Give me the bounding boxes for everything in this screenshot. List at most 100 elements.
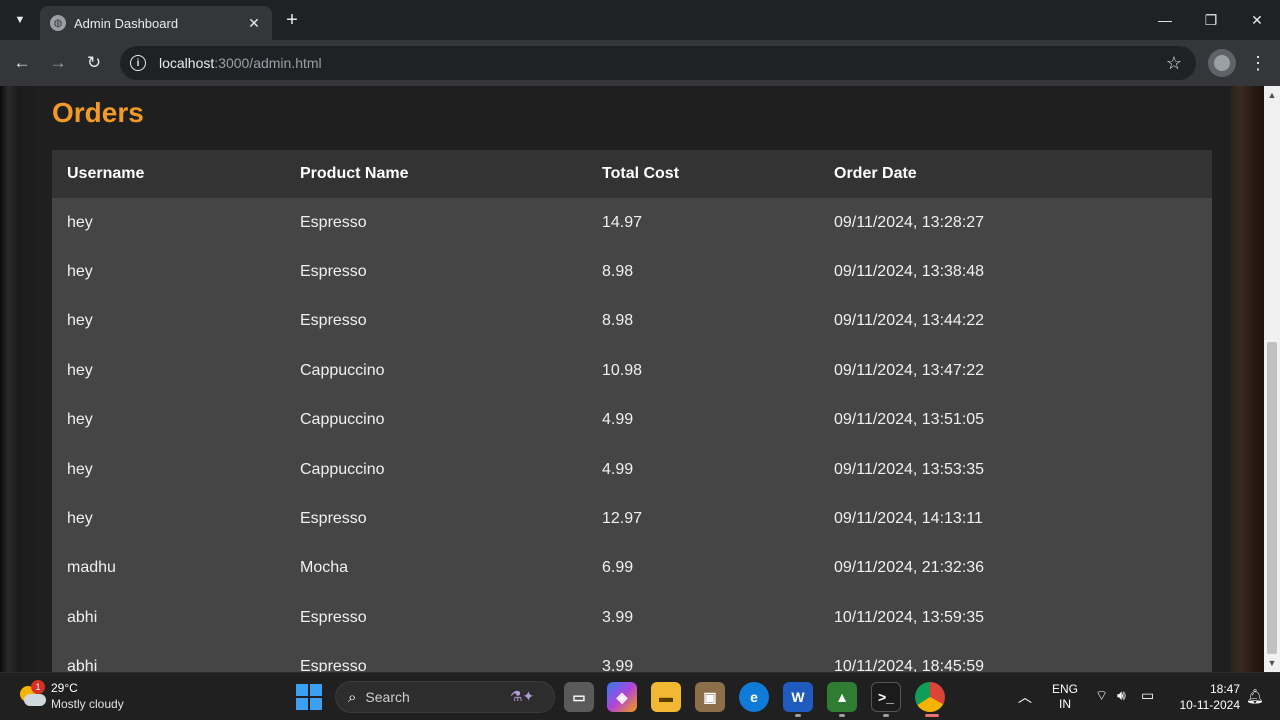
table-row: abhi Espresso 3.99 10/11/2024, 18:45:59 bbox=[52, 642, 1212, 672]
cell-order-date: 09/11/2024, 13:38:48 bbox=[834, 263, 985, 281]
site-info-icon[interactable]: i bbox=[130, 55, 146, 71]
clock-date: 10-11-2024 bbox=[1179, 698, 1241, 712]
battery-icon[interactable]: ▭ bbox=[1141, 687, 1154, 704]
page-scrollbar[interactable]: ▲ ▼ bbox=[1264, 86, 1280, 672]
url-text[interactable]: localhost:3000/admin.html bbox=[159, 55, 322, 71]
cell-total-cost: 8.98 bbox=[602, 312, 634, 330]
word-icon[interactable]: W bbox=[783, 682, 813, 712]
back-arrow-icon[interactable]: ← bbox=[10, 51, 34, 75]
page-viewport: Orders Username Product Name Total Cost … bbox=[0, 86, 1264, 672]
column-header-username: Username bbox=[67, 165, 145, 182]
browser-tab[interactable]: ◍ Admin Dashboard ✕ bbox=[40, 6, 272, 40]
wifi-icon[interactable]: ⌔ bbox=[1095, 687, 1108, 705]
cell-product-name: Espresso bbox=[300, 213, 367, 231]
cell-order-date: 09/11/2024, 13:51:05 bbox=[834, 411, 985, 429]
clock-time: 18:47 bbox=[1209, 682, 1240, 696]
tab-search-chevron-icon[interactable]: ▼ bbox=[8, 8, 32, 32]
scroll-down-arrow-icon[interactable]: ▼ bbox=[1264, 656, 1280, 670]
file-explorer-icon[interactable]: ▬ bbox=[651, 682, 681, 712]
table-row: abhi Espresso 3.99 10/11/2024, 13:59:35 bbox=[52, 593, 1212, 643]
cell-total-cost: 10.98 bbox=[602, 361, 643, 379]
profile-avatar[interactable] bbox=[1208, 49, 1236, 77]
cell-total-cost: 12.97 bbox=[602, 510, 643, 528]
terminal-icon[interactable]: >_ bbox=[871, 682, 901, 712]
table-row: madhu Mocha 6.99 09/11/2024, 21:32:36 bbox=[52, 543, 1212, 594]
table-header-row: Username Product Name Total Cost Order D… bbox=[52, 150, 1212, 198]
notification-bell-icon[interactable]: 🔔︎ bbox=[1246, 688, 1264, 705]
cell-product-name: Espresso bbox=[300, 658, 367, 672]
system-clock[interactable]: 18:47 10-11-2024 bbox=[1170, 681, 1241, 713]
browser-tab-bar: ▼ ◍ Admin Dashboard ✕ + — ❐ ✕ bbox=[0, 0, 1280, 40]
cell-total-cost: 6.99 bbox=[602, 559, 634, 577]
orders-table: Username Product Name Total Cost Order D… bbox=[52, 150, 1212, 672]
address-bar[interactable]: i localhost:3000/admin.html ☆ bbox=[120, 46, 1196, 80]
windows-taskbar: 1 29°C Mostly cloudy ⌕ Search ⚗✦ ▭ ◈ ▬ ▣… bbox=[0, 672, 1280, 720]
cell-username: abhi bbox=[67, 608, 98, 626]
search-icon: ⌕ bbox=[348, 688, 357, 706]
browser-menu-icon[interactable]: ⋮ bbox=[1248, 51, 1268, 75]
cell-order-date: 10/11/2024, 13:59:35 bbox=[834, 608, 985, 626]
cell-username: hey bbox=[67, 312, 93, 330]
cell-order-date: 09/11/2024, 13:53:35 bbox=[834, 460, 985, 478]
cell-username: hey bbox=[67, 263, 93, 281]
cell-order-date: 09/11/2024, 13:44:22 bbox=[834, 312, 985, 330]
tab-title: Admin Dashboard bbox=[74, 15, 179, 31]
cell-total-cost: 4.99 bbox=[602, 460, 634, 478]
cell-total-cost: 8.98 bbox=[602, 263, 634, 281]
cell-order-date: 09/11/2024, 21:32:36 bbox=[834, 559, 985, 577]
cell-order-date: 09/11/2024, 13:47:22 bbox=[834, 361, 985, 379]
close-window-button[interactable]: ✕ bbox=[1234, 6, 1280, 34]
cell-username: hey bbox=[67, 411, 93, 429]
weather-condition[interactable]: Mostly cloudy bbox=[51, 697, 124, 711]
input-language-indicator[interactable]: ENG IN bbox=[1050, 682, 1080, 712]
browser-toolbar: ← → ↻ i localhost:3000/admin.html ☆ ⋮ bbox=[0, 40, 1280, 86]
scrollbar-thumb[interactable] bbox=[1267, 342, 1277, 654]
forward-arrow-icon[interactable]: → bbox=[46, 51, 70, 75]
weather-notification-badge: 1 bbox=[31, 680, 45, 694]
table-row: hey Cappuccino 4.99 09/11/2024, 13:53:35 bbox=[52, 444, 1212, 495]
cell-order-date: 09/11/2024, 13:28:27 bbox=[834, 213, 985, 231]
show-hidden-icons-chevron-icon[interactable]: ︿ bbox=[1018, 687, 1032, 707]
task-view-icon[interactable]: ▭ bbox=[564, 682, 594, 712]
globe-icon: ◍ bbox=[50, 15, 66, 31]
edge-browser-icon[interactable]: e bbox=[739, 682, 769, 712]
table-row: hey Espresso 12.97 09/11/2024, 14:13:11 bbox=[52, 494, 1212, 544]
column-header-total-cost: Total Cost bbox=[602, 165, 680, 182]
table-row: hey Espresso 8.98 09/11/2024, 13:38:48 bbox=[52, 247, 1212, 297]
cell-order-date: 09/11/2024, 14:13:11 bbox=[834, 510, 983, 528]
tab-close-icon[interactable]: ✕ bbox=[244, 13, 264, 33]
android-studio-icon[interactable]: ▲ bbox=[827, 682, 857, 712]
package-app-icon[interactable]: ▣ bbox=[695, 682, 725, 712]
cell-total-cost: 3.99 bbox=[602, 608, 634, 626]
cell-product-name: Cappuccino bbox=[300, 411, 385, 429]
minimize-button[interactable]: — bbox=[1142, 6, 1188, 34]
bookmark-star-icon[interactable]: ☆ bbox=[1166, 53, 1182, 74]
new-tab-button[interactable]: + bbox=[281, 9, 303, 31]
cell-username: madhu bbox=[67, 559, 116, 577]
reload-icon[interactable]: ↻ bbox=[82, 51, 106, 75]
search-label: Search bbox=[365, 689, 410, 705]
column-header-order-date: Order Date bbox=[834, 165, 917, 182]
column-header-product-name: Product Name bbox=[300, 165, 409, 182]
chrome-icon[interactable] bbox=[915, 682, 945, 712]
table-row: hey Cappuccino 10.98 09/11/2024, 13:47:2… bbox=[52, 346, 1212, 396]
table-row: hey Espresso 8.98 09/11/2024, 13:44:22 bbox=[52, 296, 1212, 347]
table-row: hey Espresso 14.97 09/11/2024, 13:28:27 bbox=[52, 198, 1212, 248]
cell-product-name: Cappuccino bbox=[300, 460, 385, 478]
volume-icon[interactable]: 🔊︎ bbox=[1117, 687, 1126, 704]
cloud-icon bbox=[24, 694, 46, 706]
cell-product-name: Espresso bbox=[300, 510, 367, 528]
cell-username: hey bbox=[67, 460, 93, 478]
scroll-up-arrow-icon[interactable]: ▲ bbox=[1264, 88, 1280, 102]
weather-temperature[interactable]: 29°C bbox=[51, 681, 78, 695]
cell-total-cost: 4.99 bbox=[602, 411, 634, 429]
cell-username: abhi bbox=[67, 658, 98, 672]
copilot-icon[interactable]: ◈ bbox=[607, 682, 637, 712]
cell-product-name: Espresso bbox=[300, 263, 367, 281]
cell-product-name: Espresso bbox=[300, 312, 367, 330]
cell-order-date: 10/11/2024, 18:45:59 bbox=[834, 658, 985, 672]
cell-product-name: Mocha bbox=[300, 559, 349, 577]
windows-start-button[interactable] bbox=[296, 684, 322, 710]
taskbar-search-box[interactable]: ⌕ Search ⚗✦ bbox=[335, 681, 555, 713]
restore-button[interactable]: ❐ bbox=[1188, 6, 1234, 34]
